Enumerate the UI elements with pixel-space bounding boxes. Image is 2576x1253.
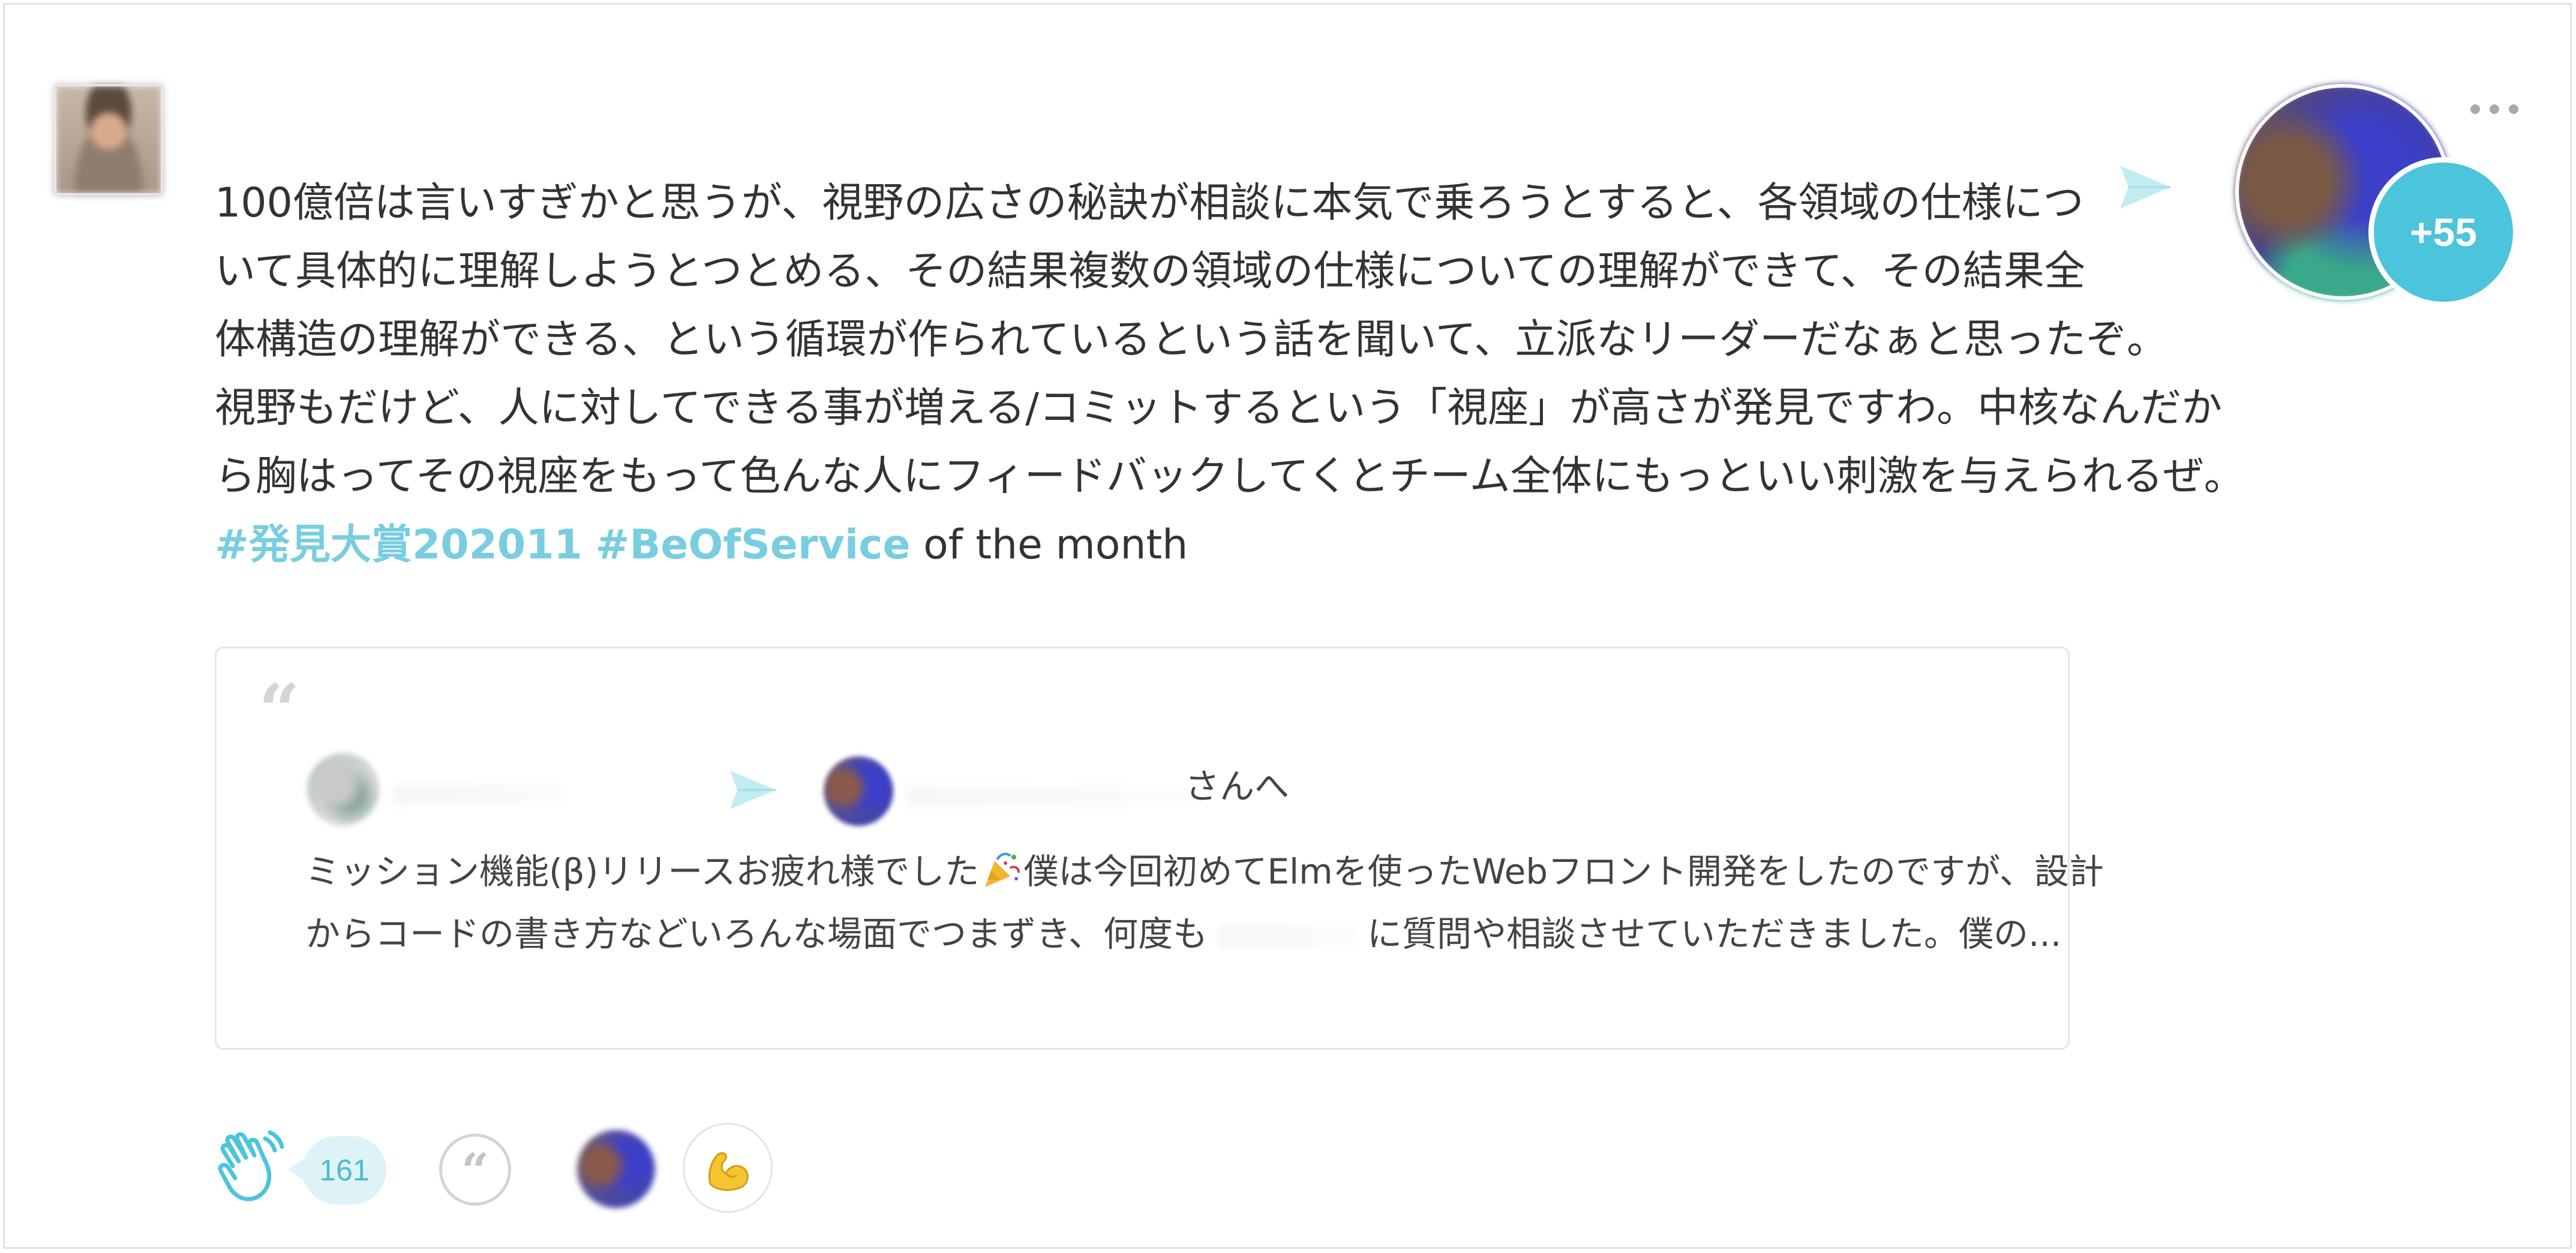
clap-hands-icon[interactable] — [215, 1126, 287, 1206]
message-line: 100億倍は言いすぎかと思うが、視野の広さの秘訣が相談に本気で乗ろうとすると、各… — [215, 179, 2084, 227]
hashtag-suffix: of the month — [910, 521, 1188, 569]
quoted-text: に質問や相談させていただきました。僕の... — [1367, 914, 2062, 954]
clap-count-badge: 161 — [288, 1136, 386, 1204]
quoted-text: 僕は今回初めてElmを使ったWebフロント開発をしたのですが、設計 — [1023, 851, 2104, 892]
quote-icon: “ — [461, 1143, 489, 1199]
hashtag-link[interactable]: #発見大賞202011 — [215, 521, 583, 569]
quoted-text: ミッション機能(β)リリースお疲れ様でした — [305, 851, 980, 892]
menu-dot — [2509, 104, 2518, 114]
mentioned-name-redacted — [1218, 924, 1356, 948]
menu-dot — [2490, 104, 2499, 114]
flexed-biceps-icon — [708, 1152, 749, 1191]
message-line: 視野もだけど、人に対してできる事が増える/コミットするという「視座」が高さが発見… — [215, 384, 2223, 432]
quoted-text: からコードの書き方などいろんな場面でつまずき、何度も — [305, 914, 1208, 954]
quoted-message-line: ミッション機能(β)リリースお疲れ様でした 僕は今回初めてElmを使ったWebフ… — [305, 840, 2104, 903]
hashtag-link[interactable]: #BeOfService — [596, 521, 911, 569]
quoted-message-line: からコードの書き方などいろんな場面でつまずき、何度も に質問や相談させていただきま… — [305, 903, 2061, 965]
quote-button[interactable]: “ — [439, 1134, 511, 1206]
quoted-recipient-avatar — [824, 756, 893, 826]
quoted-post-card[interactable]: “ さんへ ミッション機能(β)リリースお疲れ様でした 僕は今回初めてElmを使… — [215, 647, 2104, 1050]
quote-mark-icon: “ — [259, 675, 301, 723]
author-avatar-frame — [54, 84, 163, 196]
quoted-sender-avatar — [305, 752, 381, 827]
reaction-user-avatar[interactable] — [577, 1130, 655, 1208]
quoted-recipient-suffix: さんへ — [1185, 766, 1290, 807]
message-line: ら胸はってその視座をもって色んな人にフィードバックしてくとチーム全体にもっといい… — [215, 453, 2245, 500]
quoted-send-arrow-icon — [730, 771, 776, 809]
more-recipients-badge[interactable]: +55 — [2368, 157, 2518, 307]
message-line: いて具体的に理解しようとつとめる、その結果複数の領域の仕様についての理解ができて… — [215, 248, 2085, 295]
quoted-message: ミッション機能(β)リリースお疲れ様でした 僕は今回初めてElmを使ったWebフ… — [305, 840, 2104, 965]
party-popper-icon — [985, 852, 1020, 887]
send-arrow-icon — [2120, 166, 2170, 209]
quoted-sender-name-redacted — [393, 785, 561, 803]
more-options-icon[interactable] — [2470, 102, 2518, 116]
hashtag-line: #発見大賞202011 #BeOfService of the month — [215, 511, 2110, 579]
message-line: 体構造の理解ができる、という循環が作られているという話を聞いて、立派なリーダーだ… — [215, 316, 2168, 363]
reaction-emoji-button[interactable] — [683, 1123, 773, 1213]
menu-dot — [2470, 104, 2480, 114]
post-message: 100億倍は言いすぎかと思うが、視野の広さの秘訣が相談に本気で乗ろうとすると、各… — [215, 169, 2245, 579]
quoted-recipient-name-redacted — [906, 788, 1194, 806]
